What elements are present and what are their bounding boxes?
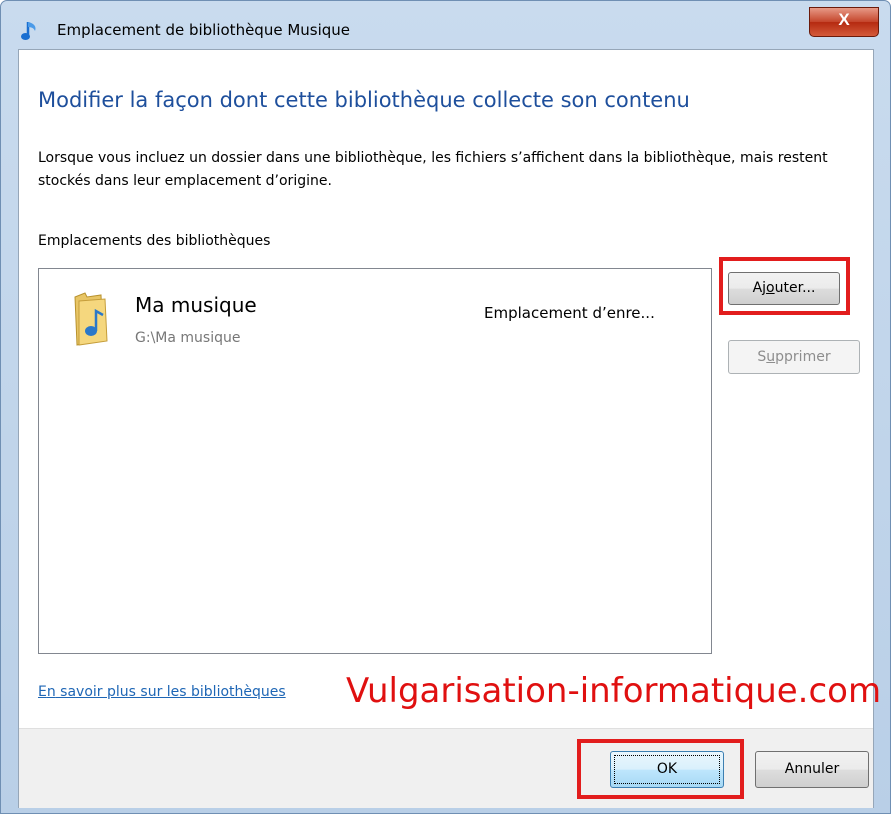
learn-more-link[interactable]: En savoir plus sur les bibliothèques <box>38 684 286 700</box>
learn-more-link-post: savoir plus sur les bibliothèques <box>55 684 286 700</box>
close-button[interactable]: X <box>809 7 879 37</box>
learn-more-link-accelerator: n <box>46 684 56 700</box>
location-name: Ma musique <box>135 293 257 317</box>
locations-list[interactable]: Ma musique G:\Ma musique Emplacement d’e… <box>38 268 712 654</box>
dialog-window: Emplacement de bibliothèque Musique X Mo… <box>0 0 891 814</box>
watermark-text: Vulgarisation-informatique.com <box>346 671 882 711</box>
learn-more-link-pre: E <box>38 684 47 700</box>
add-button-label-post: uter... <box>774 280 816 296</box>
focus-rectangle <box>614 755 720 784</box>
music-note-icon <box>21 22 36 40</box>
ok-button[interactable]: OK <box>610 751 724 788</box>
remove-button[interactable]: Supprimer <box>728 340 860 374</box>
add-button-label-pre: Aj <box>752 280 767 296</box>
music-folder-icon <box>74 292 108 346</box>
button-bar: OK Annuler <box>19 728 873 808</box>
cancel-button[interactable]: Annuler <box>755 751 869 788</box>
locations-label: Emplacements des bibliothèques <box>38 233 271 249</box>
location-status: Emplacement d’enre... <box>484 304 655 322</box>
cancel-button-label: Annuler <box>784 761 840 777</box>
dialog-body: Modifier la façon dont cette bibliothèqu… <box>18 49 881 808</box>
remove-button-label-pre: S <box>757 349 767 365</box>
add-button-accelerator: o <box>766 280 775 296</box>
close-icon: X <box>838 10 850 29</box>
remove-button-label-post: pprimer <box>775 349 831 365</box>
location-path: G:\Ma musique <box>135 330 241 346</box>
window-title: Emplacement de bibliothèque Musique <box>57 21 351 39</box>
description-text: Lorsque vous incluez un dossier dans une… <box>38 150 828 189</box>
add-button[interactable]: Ajouter... <box>728 272 840 305</box>
title-bar[interactable]: Emplacement de bibliothèque Musique X <box>1 1 890 49</box>
remove-button-accelerator: u <box>766 349 776 365</box>
page-title: Modifier la façon dont cette bibliothèqu… <box>38 88 690 112</box>
